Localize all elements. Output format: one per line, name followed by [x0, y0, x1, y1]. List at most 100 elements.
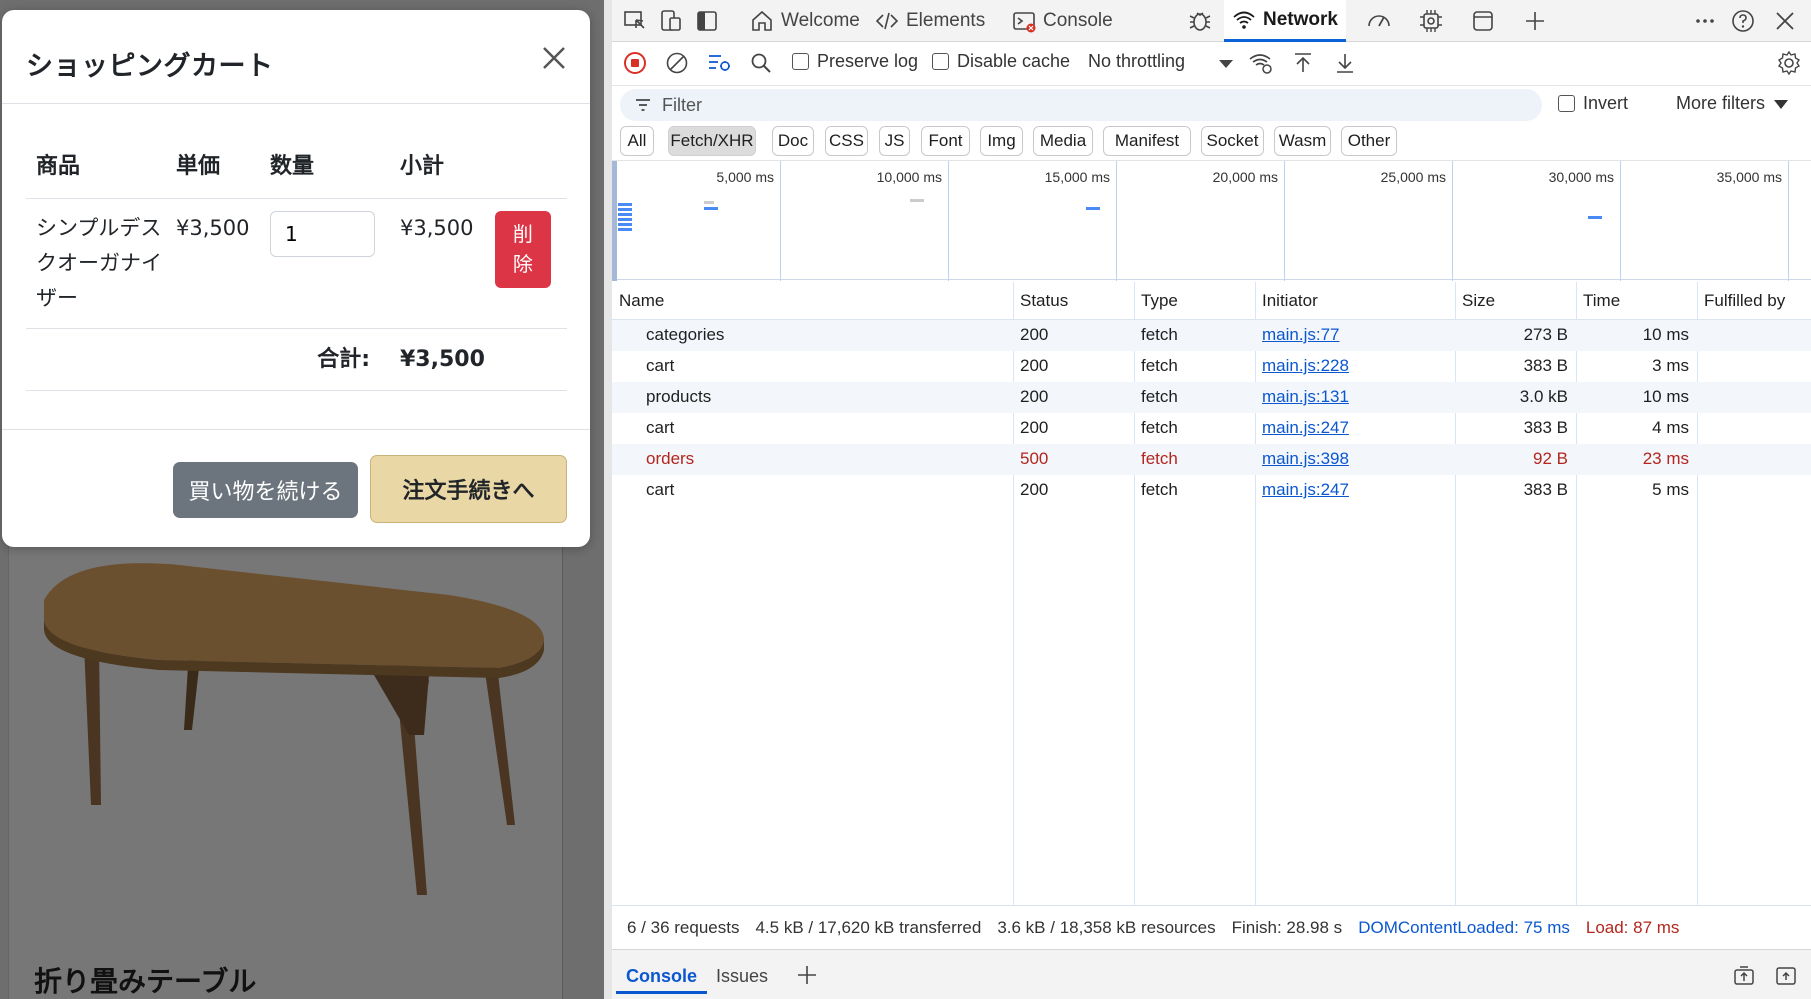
transferred-size: 4.5 kB / 17,620 kB transferred [755, 917, 982, 937]
initiator-link[interactable]: main.js:247 [1262, 480, 1349, 500]
move-to-top-icon[interactable] [1732, 964, 1756, 988]
devtools-panel: Welcome Elements Console Network Preserv… [612, 0, 1811, 999]
network-settings-icon[interactable] [1776, 50, 1802, 76]
chevron-down-icon[interactable] [1216, 50, 1236, 76]
tab-console[interactable]: Console [1004, 0, 1121, 42]
panel-divider[interactable] [604, 0, 612, 999]
memory-icon[interactable] [1418, 8, 1444, 34]
resources-size: 3.6 kB / 18,358 kB resources [997, 917, 1216, 937]
help-icon[interactable] [1730, 8, 1756, 34]
initiator-link[interactable]: main.js:247 [1262, 418, 1349, 438]
resource-type-filters: All Fetch/XHR Doc CSS JS Font Img Media … [612, 126, 1811, 162]
cart-item-actions: 削 除 [484, 198, 567, 329]
type-filter-doc[interactable]: Doc [772, 126, 814, 156]
bug-icon[interactable] [1187, 8, 1213, 34]
type-filter-socket[interactable]: Socket [1201, 126, 1264, 156]
record-icon[interactable] [622, 50, 648, 76]
network-conditions-icon[interactable] [1248, 50, 1274, 76]
preserve-log-checkbox[interactable] [792, 53, 809, 70]
initiator-link[interactable]: main.js:77 [1262, 325, 1339, 345]
initiator-link[interactable]: main.js:398 [1262, 449, 1349, 469]
filter-input[interactable]: Filter [620, 89, 1542, 121]
tab-welcome[interactable]: Welcome [742, 0, 868, 42]
request-row[interactable]: cart 200 fetch main.js:228 383 B 3 ms [612, 351, 1811, 382]
type-filter-font[interactable]: Font [921, 126, 970, 156]
checkout-button[interactable]: 注文手続きへ [370, 455, 567, 523]
type-filter-media[interactable]: Media [1033, 126, 1093, 156]
col-type[interactable]: Type [1141, 291, 1178, 311]
product-card[interactable]: 折り畳みテーブル [8, 520, 563, 999]
cart-table: 商品 単価 数量 小計 シンプルデス クオーガナイ ザー ¥3,500 1 ¥3… [26, 130, 567, 391]
initiator-link[interactable]: main.js:228 [1262, 356, 1349, 376]
disable-cache-option[interactable]: Disable cache [932, 51, 1070, 72]
network-status-bar: 6 / 36 requests 4.5 kB / 17,620 kB trans… [612, 905, 1811, 949]
col-product: 商品 [26, 130, 166, 199]
request-row-error[interactable]: orders 500 fetch main.js:398 92 B 23 ms [612, 444, 1811, 475]
close-icon[interactable] [536, 40, 572, 76]
cart-item-row: シンプルデス クオーガナイ ザー ¥3,500 ¥3,500 削 除 [26, 198, 567, 329]
throttling-select[interactable]: No throttling [1088, 51, 1185, 72]
total-label: 合計: [26, 328, 390, 391]
collapse-drawer-icon[interactable] [1774, 964, 1798, 988]
type-filter-fetch-xhr[interactable]: Fetch/XHR [668, 126, 756, 156]
export-har-icon[interactable] [1332, 50, 1358, 76]
code-icon [875, 12, 899, 30]
type-filter-manifest[interactable]: Manifest [1103, 126, 1191, 156]
modal-title: ショッピングカート [26, 51, 274, 82]
type-filter-wasm[interactable]: Wasm [1274, 126, 1331, 156]
request-row[interactable]: cart 200 fetch main.js:247 383 B 4 ms [612, 413, 1811, 444]
col-time[interactable]: Time [1583, 291, 1620, 311]
col-name[interactable]: Name [619, 291, 664, 311]
cart-table-header: 商品 単価 数量 小計 [26, 130, 567, 199]
more-filters-dropdown[interactable]: More filters [1676, 93, 1789, 114]
col-initiator[interactable]: Initiator [1262, 291, 1318, 311]
inspect-element-icon[interactable] [622, 8, 648, 34]
timeline-label: 35,000 ms [1716, 169, 1782, 185]
initiator-link[interactable]: main.js:131 [1262, 387, 1349, 407]
timeline-label: 15,000 ms [1044, 169, 1110, 185]
type-filter-js[interactable]: JS [879, 126, 910, 156]
import-har-icon[interactable] [1290, 50, 1316, 76]
tab-network[interactable]: Network [1224, 0, 1346, 42]
col-size[interactable]: Size [1462, 291, 1495, 311]
dock-side-icon[interactable] [694, 8, 720, 34]
preserve-log-option[interactable]: Preserve log [792, 51, 918, 72]
request-row[interactable]: products 200 fetch main.js:131 3.0 kB 10… [612, 382, 1811, 413]
performance-icon[interactable] [1366, 8, 1392, 34]
clear-icon[interactable] [664, 50, 690, 76]
invert-checkbox[interactable] [1558, 95, 1575, 112]
disable-cache-checkbox[interactable] [932, 53, 949, 70]
invert-option[interactable]: Invert [1558, 93, 1628, 114]
type-filter-all[interactable]: All [620, 126, 654, 156]
type-filter-img[interactable]: Img [980, 126, 1023, 156]
add-tab-icon[interactable] [1522, 8, 1548, 34]
continue-shopping-button[interactable]: 買い物を続ける [173, 462, 358, 518]
devtools-drawer: Console Issues [612, 949, 1811, 999]
col-status[interactable]: Status [1020, 291, 1068, 311]
drawer-tab-console[interactable]: Console [616, 962, 708, 994]
drawer-tab-issues[interactable]: Issues [706, 962, 778, 991]
search-icon[interactable] [748, 50, 774, 76]
col-actions [484, 130, 567, 199]
more-options-icon[interactable] [1692, 8, 1718, 34]
request-row[interactable]: cart 200 fetch main.js:247 383 B 5 ms [612, 475, 1811, 506]
type-filter-css[interactable]: CSS [825, 126, 868, 156]
close-devtools-icon[interactable] [1772, 8, 1798, 34]
tab-elements[interactable]: Elements [867, 0, 993, 42]
wifi-icon [1233, 11, 1255, 29]
cart-modal: ショッピングカート 商品 単価 数量 小計 シンプルデス クオーガナイ ザー ¥… [2, 10, 590, 547]
application-icon[interactable] [1470, 8, 1496, 34]
col-quantity: 数量 [260, 130, 390, 199]
add-drawer-tab-icon[interactable] [796, 964, 818, 986]
request-row[interactable]: categories 200 fetch main.js:77 273 B 10… [612, 320, 1811, 351]
col-fulfilled-by[interactable]: Fulfilled by [1704, 291, 1785, 311]
quantity-input[interactable] [270, 210, 375, 257]
network-table-header: Name Status Type Initiator Size Time Ful… [612, 282, 1811, 320]
delete-button[interactable]: 削 除 [494, 210, 551, 288]
filter-settings-icon[interactable] [706, 50, 732, 76]
cart-item-qty-cell [260, 198, 390, 329]
timeline-overview[interactable]: 5,000 ms 10,000 ms 15,000 ms 20,000 ms 2… [612, 160, 1811, 281]
device-emulation-icon[interactable] [658, 8, 684, 34]
webpage-viewport: 折り畳みテーブル ショッピングカート 商品 単価 数量 小計 シンプルデス クオ… [0, 0, 604, 999]
type-filter-other[interactable]: Other [1341, 126, 1397, 156]
